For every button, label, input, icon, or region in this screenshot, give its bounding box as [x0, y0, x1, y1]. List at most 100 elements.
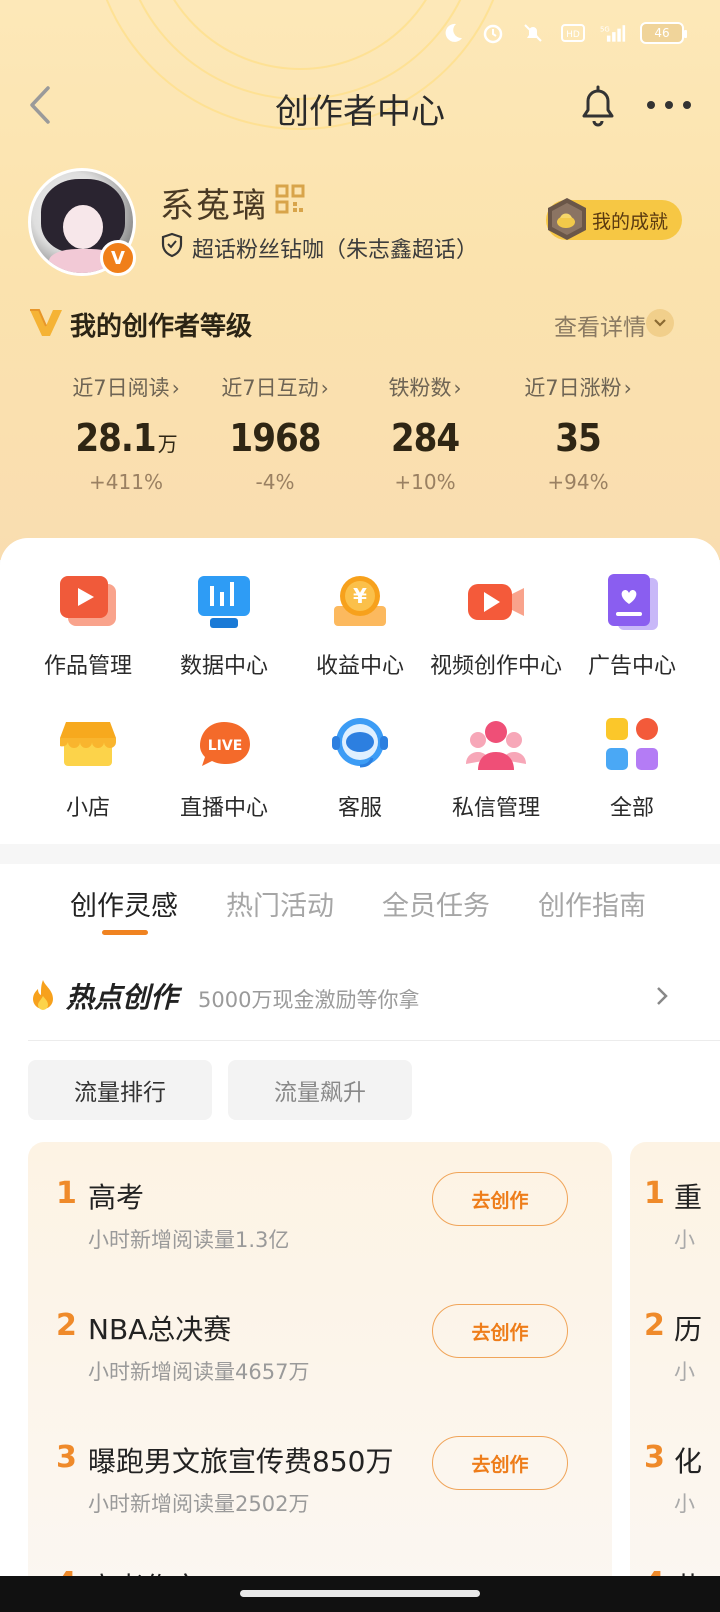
list-item[interactable]: 2 NBA总决赛 小时新增阅读量4657万 去创作 [28, 1304, 612, 1418]
go-create-button[interactable]: 去创作 [432, 1436, 568, 1490]
rank-title: 化 [674, 1445, 703, 1478]
grid-label: 直播中心 [179, 796, 268, 821]
stat-unit: 万 [157, 432, 178, 456]
rank-title: 高考 [88, 1181, 145, 1214]
grid-item-all[interactable]: 全部 [564, 712, 700, 822]
medal-icon [544, 196, 590, 242]
mute-icon [520, 20, 546, 46]
svg-text:¥: ¥ [353, 584, 367, 608]
grid-item-shop[interactable]: 小店 [20, 712, 156, 822]
grid-row-1: 作品管理 数据中心 ¥ 收益中心 视频创作中心 广告中心 [0, 570, 720, 680]
stat-delta: -4% [255, 470, 295, 494]
ad-icon [600, 570, 664, 634]
grid-item-video[interactable]: 视频创作中心 [428, 570, 564, 680]
tab-inspiration[interactable]: 创作灵感 [70, 884, 178, 923]
stat-interactions[interactable]: 近7日互动 › 1968 -4% [206, 372, 344, 494]
achievement-label: 我的成就 [592, 210, 669, 233]
rank-title: 历 [674, 1313, 703, 1346]
more-icon[interactable] [644, 96, 694, 114]
grid-item-income[interactable]: ¥ 收益中心 [292, 570, 428, 680]
filter-traffic-rank[interactable]: 流量排行 [28, 1060, 212, 1120]
hd-icon: HD [560, 20, 586, 46]
stat-value: 284 [390, 416, 460, 460]
service-icon [328, 712, 392, 776]
stat-delta: +10% [394, 470, 456, 494]
stat-reads[interactable]: 近7日阅读 › 28.1 万 +411% [0, 372, 206, 494]
tab-hot-events[interactable]: 热门活动 [226, 884, 334, 923]
chevron-right-icon: › [320, 376, 329, 400]
tab-bar: 创作灵感 热门活动 全员任务 创作指南 [0, 864, 720, 940]
go-create-button[interactable]: 去创作 [432, 1304, 568, 1358]
stat-new-fans[interactable]: 近7日涨粉 › 35 +94% [506, 372, 650, 494]
grid-label: 广告中心 [587, 654, 676, 679]
tab-guide[interactable]: 创作指南 [538, 884, 646, 923]
stat-value: 1968 [229, 416, 321, 460]
list-item[interactable]: 3 曝跑男文旅宣传费850万 小时新增阅读量2502万 去创作 [28, 1436, 612, 1550]
rank-reads: 小 [674, 1492, 695, 1516]
hot-title: 热点创作 [66, 981, 179, 1014]
chevron-right-icon: › [623, 376, 632, 400]
chevron-right-icon[interactable] [654, 984, 670, 1008]
grid-label: 小店 [65, 796, 110, 821]
grid-item-ad[interactable]: 广告中心 [564, 570, 700, 680]
rank-number: 3 [56, 1440, 77, 1475]
divider [28, 1040, 720, 1041]
level-title: 我的创作者等级 [70, 312, 253, 342]
grid-label: 数据中心 [179, 654, 268, 679]
rank-number: 1 [56, 1176, 77, 1211]
stat-value: 28.1 [75, 416, 156, 460]
stat-delta: +411% [89, 470, 163, 494]
creator-level-row[interactable]: 我的创作者等级 查看详情 [28, 300, 692, 346]
ranking-card: 1 高考 小时新增阅读量1.3亿 去创作 2 NBA总决赛 小时新增阅读量465… [28, 1142, 612, 1612]
works-icon [56, 570, 120, 634]
active-tab-indicator [102, 930, 148, 935]
rank-title: 重 [674, 1181, 703, 1214]
achievement-button[interactable]: 我的成就 [546, 198, 683, 240]
grid-label: 作品管理 [43, 654, 132, 679]
hot-subtitle: 5000万现金激励等你拿 [198, 988, 420, 1012]
grid-item-data[interactable]: 数据中心 [156, 570, 292, 680]
svg-text:5G: 5G [600, 25, 610, 33]
grid-item-message[interactable]: 私信管理 [428, 712, 564, 822]
rank-title: NBA总决赛 [88, 1313, 232, 1346]
stat-iron-fans[interactable]: 铁粉数 › 284 +10% [344, 372, 506, 494]
grid-label: 收益中心 [315, 654, 404, 679]
list-item[interactable]: 1 高考 小时新增阅读量1.3亿 去创作 [28, 1172, 612, 1286]
rank-reads: 小 [674, 1360, 695, 1384]
stat-label: 近7日涨粉 [524, 376, 622, 400]
rank-reads: 小时新增阅读量1.3亿 [88, 1228, 290, 1252]
level-detail-link[interactable]: 查看详情 [554, 308, 646, 342]
avatar-face [63, 205, 103, 249]
bell-icon[interactable] [576, 82, 620, 128]
fan-title-row[interactable]: 超话粉丝钻咖（朱志鑫超话） [160, 232, 478, 264]
rank-reads: 小 [674, 1228, 695, 1252]
svg-text:HD: HD [566, 30, 580, 40]
tab-all-tasks[interactable]: 全员任务 [382, 884, 490, 923]
rank-number: 1 [644, 1176, 665, 1211]
go-create-button[interactable]: 去创作 [432, 1172, 568, 1226]
message-icon [464, 712, 528, 776]
hot-creation-header[interactable]: 热点创作 5000万现金激励等你拿 [28, 976, 692, 1026]
stat-label: 近7日阅读 [72, 376, 170, 400]
inspiration-section: 创作灵感 热门活动 全员任务 创作指南 热点创作 5000万现金激励等你拿 流量… [0, 864, 720, 1612]
level-v-icon [28, 306, 64, 338]
grid-item-service[interactable]: 客服 [292, 712, 428, 822]
grid-label: 全部 [609, 796, 654, 821]
chevron-right-icon: › [171, 376, 180, 400]
filter-traffic-rising[interactable]: 流量飙升 [228, 1060, 412, 1120]
live-text: LIVE [208, 738, 243, 754]
grid-item-live[interactable]: LIVE 直播中心 [156, 712, 292, 822]
qr-code-icon[interactable] [275, 184, 305, 214]
grid-item-works[interactable]: 作品管理 [20, 570, 156, 680]
grid-label: 视频创作中心 [429, 654, 562, 679]
shield-icon [160, 232, 184, 264]
grid-label: 客服 [337, 796, 382, 821]
data-icon [192, 570, 256, 634]
stats-row: 近7日阅读 › 28.1 万 +411% 近7日互动 › 1968 -4% 铁粉数 › … [0, 372, 720, 494]
stat-value: 35 [555, 416, 602, 460]
signal-icon: 5G [600, 20, 626, 46]
chevron-down-icon[interactable] [646, 309, 674, 337]
stat-label: 铁粉数 [388, 376, 452, 400]
home-indicator[interactable] [240, 1590, 480, 1597]
rank-number: 2 [56, 1308, 77, 1343]
